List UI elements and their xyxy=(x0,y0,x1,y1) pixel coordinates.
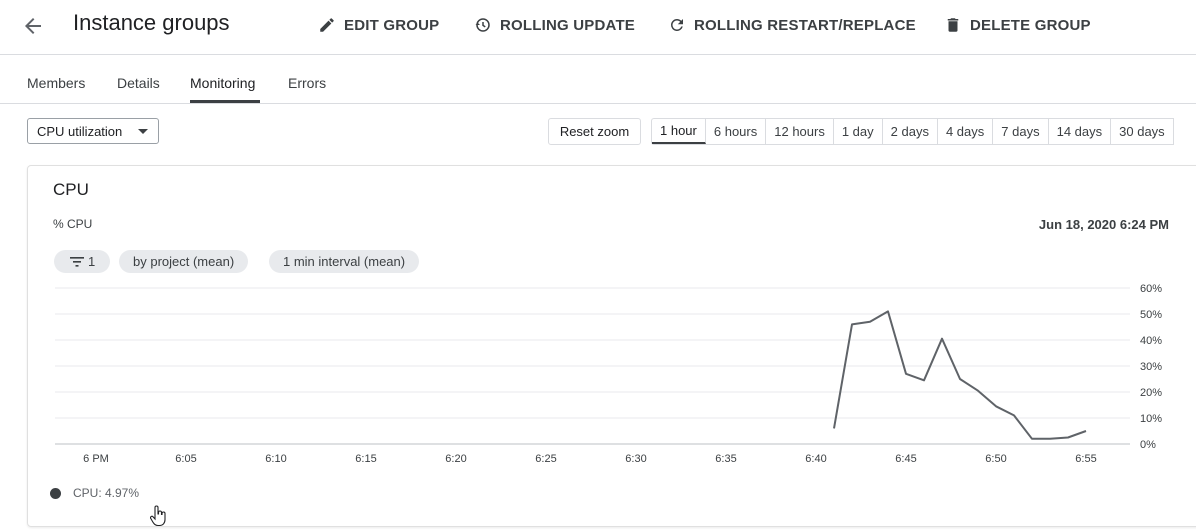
y-tick-label: 20% xyxy=(1140,387,1162,399)
x-tick-label: 6:15 xyxy=(355,453,376,465)
legend-value: CPU: 4.97% xyxy=(73,486,140,500)
legend-swatch xyxy=(50,487,61,499)
x-tick-label: 6:30 xyxy=(625,453,646,465)
y-tick-label: 0% xyxy=(1140,439,1156,451)
x-tick-label: 6:40 xyxy=(805,453,826,465)
y-tick-label: 10% xyxy=(1140,413,1162,425)
y-tick-label: 60% xyxy=(1140,283,1162,295)
x-tick-label: 6:35 xyxy=(715,453,736,465)
y-tick-label: 40% xyxy=(1140,335,1162,347)
y-tick-label: 50% xyxy=(1140,309,1162,321)
x-tick-label: 6:55 xyxy=(1075,453,1096,465)
cpu-line-chart[interactable]: 0% 10% 20% 30% 40% 50% 60% 6 PM 6:05 6:10 6:15 6:20… xyxy=(0,0,1196,531)
x-tick-label: 6:20 xyxy=(445,453,466,465)
x-tick-label: 6 PM xyxy=(83,453,109,465)
x-tick-label: 6:10 xyxy=(265,453,286,465)
series-line-cpu xyxy=(833,310,1087,440)
x-tick-label: 6:45 xyxy=(895,453,916,465)
y-tick-label: 30% xyxy=(1140,361,1162,373)
x-tick-label: 6:25 xyxy=(535,453,556,465)
x-tick-label: 6:50 xyxy=(985,453,1006,465)
x-tick-label: 6:05 xyxy=(175,453,196,465)
chart-legend: CPU: 4.97% xyxy=(50,486,139,500)
hand-cursor-icon xyxy=(150,505,166,527)
